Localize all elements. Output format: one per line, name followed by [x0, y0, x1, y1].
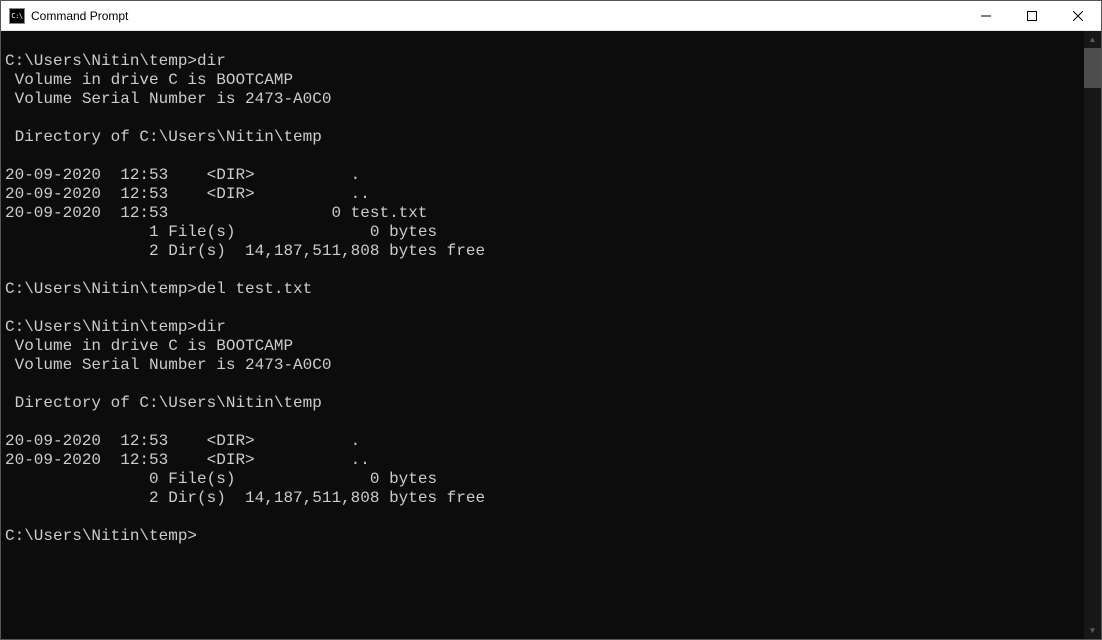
cursor: [197, 529, 205, 545]
titlebar: C:\ Command Prompt: [1, 1, 1101, 31]
scrollbar-up-arrow[interactable]: ▲: [1084, 31, 1101, 48]
output-line: 0 File(s) 0 bytes: [5, 470, 437, 488]
output-line: 2 Dir(s) 14,187,511,808 bytes free: [5, 489, 485, 507]
output-line: 20-09-2020 12:53 <DIR> .: [5, 166, 360, 184]
output-line: Volume Serial Number is 2473-A0C0: [5, 90, 331, 108]
window-title: Command Prompt: [31, 9, 963, 23]
output-line: 2 Dir(s) 14,187,511,808 bytes free: [5, 242, 485, 260]
scrollbar[interactable]: ▲ ▼: [1084, 31, 1101, 639]
output-line: 20-09-2020 12:53 <DIR> ..: [5, 451, 370, 469]
prompt: C:\Users\Nitin\temp>: [5, 318, 197, 336]
scrollbar-down-arrow[interactable]: ▼: [1084, 622, 1101, 639]
prompt: C:\Users\Nitin\temp>: [5, 52, 197, 70]
output-line: Volume in drive C is BOOTCAMP: [5, 71, 293, 89]
output-line: 20-09-2020 12:53 0 test.txt: [5, 204, 427, 222]
scrollbar-thumb[interactable]: [1084, 48, 1101, 88]
minimize-button[interactable]: [963, 1, 1009, 30]
terminal-output[interactable]: C:\Users\Nitin\temp>dir Volume in drive …: [1, 31, 1084, 639]
command-text: del test.txt: [197, 280, 312, 298]
prompt: C:\Users\Nitin\temp>: [5, 527, 197, 545]
window-controls: [963, 1, 1101, 30]
close-button[interactable]: [1055, 1, 1101, 30]
terminal-container: C:\Users\Nitin\temp>dir Volume in drive …: [1, 31, 1101, 639]
app-icon: C:\: [9, 8, 25, 24]
output-line: 1 File(s) 0 bytes: [5, 223, 437, 241]
output-line: 20-09-2020 12:53 <DIR> .: [5, 432, 360, 450]
command-text: dir: [197, 318, 226, 336]
output-line: Volume Serial Number is 2473-A0C0: [5, 356, 331, 374]
output-line: Volume in drive C is BOOTCAMP: [5, 337, 293, 355]
output-line: Directory of C:\Users\Nitin\temp: [5, 128, 322, 146]
output-line: Directory of C:\Users\Nitin\temp: [5, 394, 322, 412]
maximize-button[interactable]: [1009, 1, 1055, 30]
prompt: C:\Users\Nitin\temp>: [5, 280, 197, 298]
command-text: dir: [197, 52, 226, 70]
output-line: 20-09-2020 12:53 <DIR> ..: [5, 185, 370, 203]
